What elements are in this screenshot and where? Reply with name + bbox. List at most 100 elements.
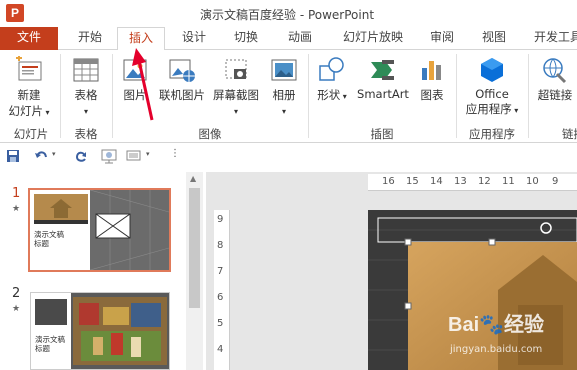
- horizontal-ruler: 16 15 14 13 12 11 10 9: [368, 174, 577, 191]
- office-apps-button[interactable]: Office 应用程序 ▾: [460, 56, 524, 117]
- hyperlink-button[interactable]: 超链接: [533, 56, 577, 103]
- window-title: 演示文稿百度经验 - PowerPoint: [200, 8, 375, 22]
- new-slide-label-2: 幻灯片: [8, 104, 43, 118]
- slide-1-title-text: 演示文稿 标题: [34, 230, 64, 248]
- tab-developer[interactable]: 开发工具: [528, 27, 577, 50]
- ruler-label: 11: [502, 176, 515, 187]
- save-icon[interactable]: [6, 148, 20, 164]
- group-label-links: 链接: [562, 127, 577, 141]
- office-store-icon: [481, 58, 503, 82]
- new-slide-label-1: 新建: [17, 88, 41, 102]
- ribbon-separator: [112, 54, 113, 138]
- ruler-label: 12: [478, 176, 491, 187]
- powerpoint-app-icon[interactable]: P: [6, 4, 24, 22]
- group-label-apps: 应用程序: [469, 127, 515, 141]
- watermark-brand: Bai🐾经验: [448, 314, 545, 336]
- slide-thumbnail-pane: 1 ★ 演示文稿 标题 2 ★ 演示文稿 标题 ▲: [0, 172, 205, 370]
- watermark-url: jingyan.baidu.com: [450, 344, 543, 355]
- ruler-label: 16: [382, 176, 395, 187]
- shapes-label: 形状: [317, 88, 341, 102]
- scrollbar-thumb[interactable]: [189, 188, 200, 308]
- scroll-up-icon[interactable]: ▲: [190, 174, 196, 183]
- table-button[interactable]: 表格 ▾: [66, 56, 106, 117]
- thumbnail-scrollbar[interactable]: ▲: [186, 172, 203, 370]
- hyperlink-icon: [543, 58, 567, 84]
- online-picture-button[interactable]: 联机图片: [156, 56, 208, 103]
- quick-access-toolbar: ▾ ▾ ⋮: [0, 143, 577, 171]
- ribbon-tabs: 文件 开始 插入 设计 切换 动画 幻灯片放映 审阅 视图 开发工具: [0, 27, 577, 51]
- dropdown-arrow-icon: ▾: [511, 106, 519, 115]
- slide-thumbnail-1[interactable]: 演示文稿 标题: [28, 188, 171, 272]
- dropdown-arrow-icon: ▾: [340, 92, 347, 101]
- office-apps-label-2: 应用程序: [465, 102, 512, 116]
- photo-album-label: 相册: [272, 88, 296, 102]
- slide-number: 2: [12, 286, 21, 301]
- online-picture-icon: [169, 59, 195, 82]
- photo-album-button[interactable]: 相册 ▾: [266, 56, 302, 117]
- group-label-illustrations: 插图: [370, 127, 394, 141]
- tab-slideshow[interactable]: 幻灯片放映: [333, 27, 413, 50]
- undo-icon[interactable]: [34, 148, 48, 164]
- chart-button[interactable]: 图表: [416, 56, 448, 103]
- smartart-icon: [371, 60, 394, 80]
- dropdown-arrow-icon: ▾: [233, 107, 238, 116]
- ruler-label: 8: [217, 240, 224, 251]
- ribbon-separator: [308, 54, 309, 138]
- hyperlink-label: 超链接: [537, 88, 573, 102]
- group-label-slides: 幻灯片: [13, 127, 49, 141]
- annotation-arrow-icon: [132, 48, 154, 121]
- chart-label: 图表: [420, 88, 444, 102]
- ruler-label: 9: [217, 214, 224, 225]
- slide-star-icon: ★: [12, 304, 21, 314]
- group-label-tables: 表格: [74, 127, 98, 141]
- ruler-label: 10: [526, 176, 539, 187]
- slide-2-title-text: 演示文稿 标题: [35, 335, 65, 353]
- slideshow-dropdown-icon[interactable]: ▾: [146, 150, 150, 166]
- ruler-label: 13: [454, 176, 467, 187]
- smartart-label: SmartArt: [357, 87, 409, 101]
- ruler-label: 6: [217, 292, 224, 303]
- ruler-label: 5: [217, 318, 224, 329]
- slide-2-preview: [31, 293, 169, 369]
- shapes-icon: [319, 57, 344, 81]
- ruler-label: 7: [217, 266, 224, 277]
- table-label: 表格: [74, 88, 98, 102]
- tab-animations[interactable]: 动画: [278, 27, 322, 50]
- tab-file[interactable]: 文件: [0, 27, 58, 50]
- ruler-label: 14: [430, 176, 443, 187]
- presenter-view-icon[interactable]: [124, 148, 144, 164]
- ribbon-separator: [528, 54, 529, 138]
- slide-star-icon: ★: [12, 204, 21, 214]
- ruler-label: 15: [406, 176, 419, 187]
- tab-design[interactable]: 设计: [172, 27, 216, 50]
- tab-view[interactable]: 视图: [472, 27, 516, 50]
- start-slideshow-icon[interactable]: [100, 148, 120, 164]
- smartart-button[interactable]: SmartArt: [354, 56, 412, 101]
- redo-icon[interactable]: [74, 148, 88, 164]
- screenshot-label: 屏幕截图: [213, 88, 259, 102]
- dropdown-arrow-icon: ▾: [281, 107, 286, 116]
- title-bar: P 演示文稿百度经验 - PowerPoint: [0, 0, 577, 27]
- customize-toolbar-icon[interactable]: ⋮: [170, 148, 180, 164]
- undo-dropdown-icon[interactable]: ▾: [52, 150, 56, 166]
- tab-review[interactable]: 审阅: [420, 27, 464, 50]
- paw-icon: 🐾: [479, 314, 505, 336]
- slide-thumbnail-2[interactable]: 演示文稿 标题: [30, 292, 170, 370]
- baidu-jingyan-watermark: Bai🐾经验 jingyan.baidu.com: [440, 306, 577, 370]
- online-picture-label: 联机图片: [159, 88, 205, 102]
- screenshot-button[interactable]: 屏幕截图 ▾: [210, 56, 262, 117]
- new-slide-icon: [16, 56, 42, 81]
- ruler-label: 4: [217, 344, 224, 355]
- new-slide-button[interactable]: 新建 幻灯片 ▾: [4, 56, 54, 119]
- tab-transitions[interactable]: 切换: [224, 27, 268, 50]
- ruler-label: 9: [552, 176, 559, 187]
- shapes-button[interactable]: 形状 ▾: [314, 56, 350, 103]
- ribbon-separator: [60, 54, 61, 138]
- chart-icon: [422, 61, 441, 80]
- group-label-images: 图像: [198, 127, 222, 141]
- tab-home[interactable]: 开始: [68, 27, 112, 50]
- ribbon-separator: [456, 54, 457, 138]
- ribbon: 新建 幻灯片 ▾ 表格 ▾ 图片 联机图片 屏幕截图 ▾ 相册 ▾ 形状 ▾ S…: [0, 48, 577, 143]
- dropdown-arrow-icon: ▾: [83, 107, 88, 116]
- photo-album-icon: [271, 59, 297, 81]
